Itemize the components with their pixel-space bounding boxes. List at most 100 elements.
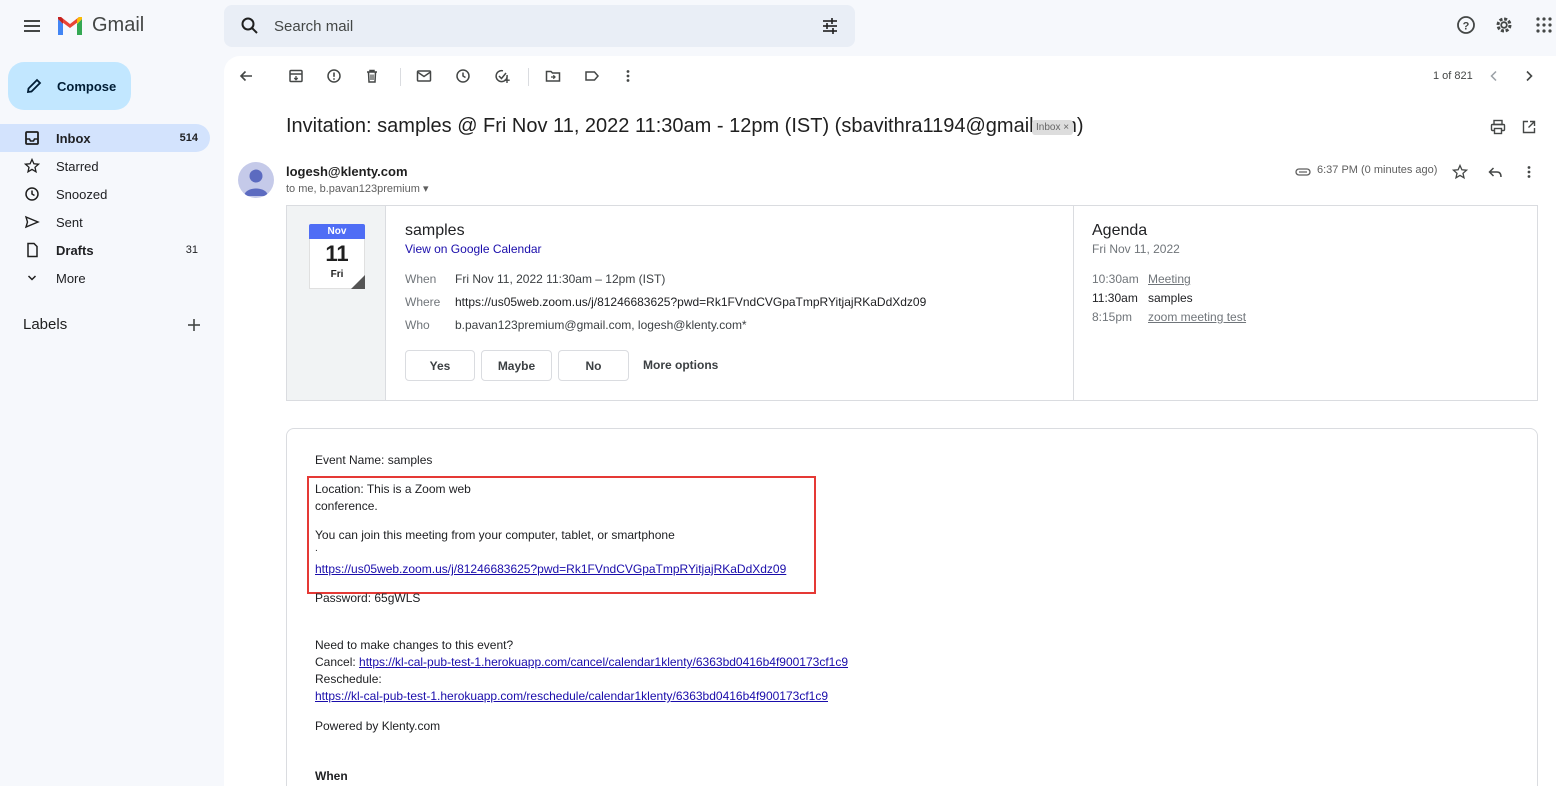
search-input[interactable] [274,5,794,47]
inbox-icon [25,131,39,145]
more-vert-icon[interactable] [620,68,636,84]
print-icon[interactable] [1490,119,1506,135]
reply-icon[interactable] [1487,164,1503,180]
cancel-line: Cancel: https://kl-cal-pub-test-1.heroku… [315,655,848,669]
when-label: When [405,272,437,286]
sidebar-item-label: More [56,270,86,286]
who-label: Who [405,318,430,332]
cancel-link[interactable]: https://kl-cal-pub-test-1.herokuapp.com/… [359,655,848,669]
agenda-item-time: 8:15pm [1092,310,1133,324]
sidebar-item-starred[interactable]: Starred [0,152,210,180]
sidebar-item-label: Starred [56,158,99,174]
sidebar-item-snoozed[interactable]: Snoozed [0,180,210,208]
search-options-icon[interactable] [820,16,840,36]
star-icon[interactable] [1452,164,1468,180]
sidebar-item-label: Drafts [56,242,94,258]
join-text: You can join this meeting from your comp… [315,528,675,542]
rsvp-yes-button[interactable]: Yes [405,350,475,381]
help-icon[interactable]: ? [1456,15,1476,35]
where-label: Where [405,295,441,309]
settings-gear-icon[interactable] [1494,15,1514,35]
rsvp-no-button[interactable]: No [558,350,629,381]
agenda-item-time: 10:30am [1092,272,1139,286]
reschedule-line: https://kl-cal-pub-test-1.herokuapp.com/… [315,689,828,703]
powered-by-line: Powered by Klenty.com [315,719,441,733]
dot-line: . [315,543,318,554]
search-icon[interactable] [240,16,260,36]
location-line: Location: This is a Zoom web [315,482,471,496]
svg-text:?: ? [1463,21,1470,33]
top-bar: Gmail ? [0,0,1556,52]
event-name-line: Event Name: samples [315,453,433,467]
zoom-link-line: https://us05web.zoom.us/j/81246683625?pw… [315,562,786,576]
recipients-line[interactable]: to me, b.pavan123premium ▾ [286,182,428,195]
more-vert-icon[interactable] [1521,164,1537,180]
sidebar-item-inbox[interactable]: Inbox 514 [0,124,210,152]
when-value: Fri Nov 11, 2022 11:30am – 12pm (IST) [455,272,666,286]
agenda-item: 11:30am samples [1092,291,1193,305]
cal-month: Nov [309,224,365,239]
snooze-clock-icon[interactable] [455,68,471,84]
compose-button[interactable]: Compose [8,62,131,110]
calendar-date-panel: Nov 11 Fri [287,206,386,400]
send-icon [24,215,40,229]
back-arrow-icon[interactable] [238,68,254,84]
when-row: When Fri Nov 11, 2022 11:30am – 12pm (IST… [405,272,665,286]
more-options-link[interactable]: More options [643,358,718,372]
event-title: samples [405,222,465,239]
main-panel: 1 of 821 Invitation: samples @ Fri Nov 1… [224,56,1556,786]
pager-text: 1 of 821 [1433,70,1473,82]
reschedule-link[interactable]: https://kl-cal-pub-test-1.herokuapp.com/… [315,689,828,703]
rsvp-maybe-button[interactable]: Maybe [481,350,552,381]
sidebar-item-more[interactable]: More [0,264,210,292]
gmail-logo[interactable]: Gmail [56,14,144,37]
email-subject: Invitation: samples @ Fri Nov 11, 2022 1… [286,115,1084,137]
password-line: Password: 65gWLS [315,591,421,605]
agenda-item: 8:15pm zoom meeting test [1092,310,1246,324]
compose-label: Compose [57,78,117,94]
mark-unread-icon[interactable] [416,68,432,84]
apps-grid-icon[interactable] [1534,15,1554,35]
add-task-icon[interactable] [494,68,510,84]
clock-icon [25,187,39,201]
sender-avatar[interactable] [238,162,274,198]
email-timestamp: 6:37 PM (0 minutes ago) [1317,164,1438,176]
inbox-label-chip[interactable]: Inbox × [1032,120,1074,135]
sidebar-item-label: Inbox [56,130,91,146]
who-row: Who b.pavan123premium@gmail.com, logesh@k… [405,318,747,332]
chevron-down-icon [27,275,37,281]
attachment-icon [1295,168,1311,176]
view-on-google-calendar-link[interactable]: View on Google Calendar [405,242,542,256]
email-body: Event Name: samples Location: This is a … [286,428,1538,786]
main-menu-icon[interactable] [22,16,42,36]
star-icon [24,158,40,174]
sender-email[interactable]: logesh@klenty.com [286,164,408,179]
chevron-right-icon[interactable] [1521,68,1537,84]
move-to-icon[interactable] [545,68,561,84]
when-heading: When [315,769,348,783]
report-spam-icon[interactable] [326,68,342,84]
person-icon [244,169,268,196]
sidebar-item-sent[interactable]: Sent [0,208,210,236]
cal-body: 11 Fri [309,239,365,289]
open-new-window-icon[interactable] [1521,119,1537,135]
sidebar-item-drafts[interactable]: Drafts 31 [0,236,210,264]
add-label-icon[interactable] [187,318,201,332]
archive-icon[interactable] [288,68,304,84]
agenda-item-label: samples [1148,291,1193,305]
pencil-icon [26,78,42,94]
toolbar-divider [400,68,401,86]
sidebar-item-label: Snoozed [56,186,108,202]
agenda-item-link[interactable]: Meeting [1148,272,1191,286]
where-value[interactable]: https://us05web.zoom.us/j/81246683625?pw… [455,295,926,309]
label-icon[interactable] [584,68,600,84]
delete-icon[interactable] [364,68,380,84]
agenda-item-link[interactable]: zoom meeting test [1148,310,1246,324]
calendar-date-icon: Nov 11 Fri [309,224,365,289]
calendar-invite-card: Nov 11 Fri samples View on Google Calend… [286,205,1538,401]
zoom-meeting-link[interactable]: https://us05web.zoom.us/j/81246683625?pw… [315,562,786,576]
sidebar-nav: Inbox 514 Starred Snoozed Sent Drafts 31… [0,124,216,292]
where-row: Where https://us05web.zoom.us/j/812466836… [405,295,926,309]
chevron-left-icon[interactable] [1486,68,1502,84]
agenda-item-time: 11:30am [1092,291,1138,305]
